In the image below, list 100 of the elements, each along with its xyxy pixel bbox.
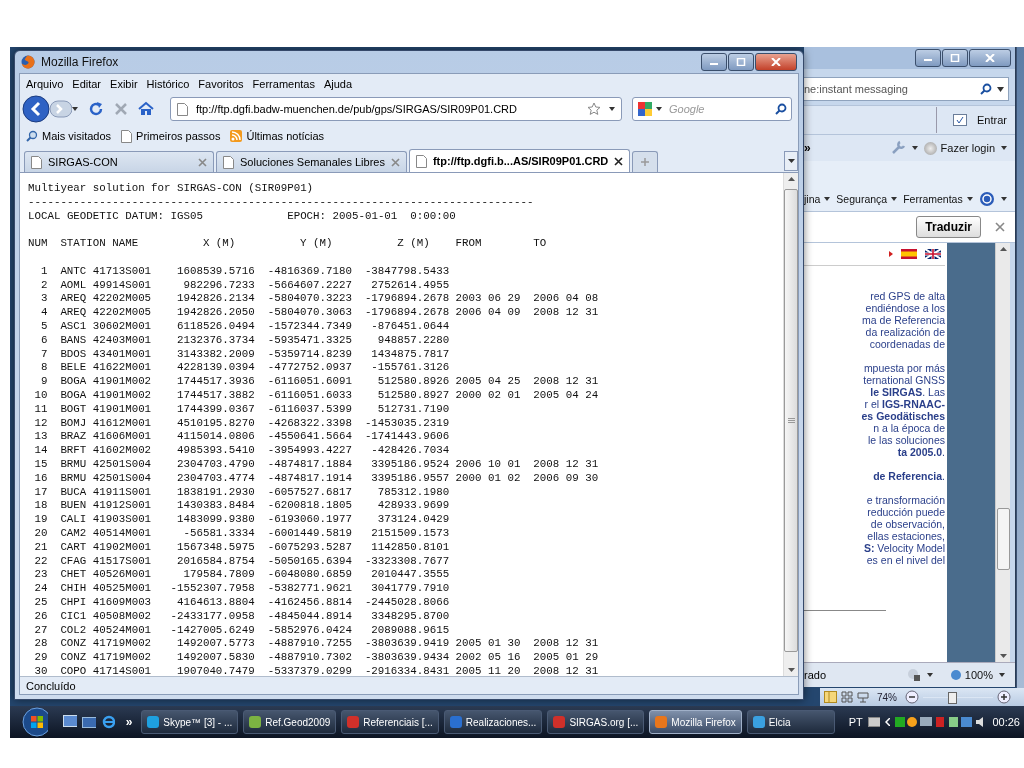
- lock-icon[interactable]: [906, 668, 921, 682]
- close-icon[interactable]: [614, 156, 624, 166]
- zoom-in-icon[interactable]: [997, 690, 1011, 704]
- table-cell-text: 15: [33, 457, 48, 472]
- table-cell-text: 1434875.7817: [370, 347, 450, 362]
- table-cell-text: 4510195.8270: [176, 416, 255, 431]
- menu-item[interactable]: Arquivo: [26, 78, 64, 90]
- grid-icon[interactable]: [841, 691, 853, 703]
- close-button[interactable]: [969, 49, 1011, 67]
- caret-icon[interactable]: [656, 107, 662, 111]
- bookmark-link[interactable]: Mais visitados: [26, 130, 112, 142]
- taskbar-button[interactable]: Mozilla Firefox: [649, 710, 742, 734]
- zoom-level: 74%: [877, 691, 897, 703]
- caret-icon[interactable]: [609, 107, 615, 111]
- text-line: red GPS de alta: [869, 290, 945, 302]
- search-box[interactable]: Google: [632, 97, 792, 121]
- home-icon[interactable]: [138, 101, 154, 117]
- search-field[interactable]: ne:instant messaging: [804, 77, 1009, 101]
- scrollbar-thumb[interactable]: [996, 508, 1010, 570]
- menu-item[interactable]: Histórico: [146, 78, 190, 90]
- table-cell-text: 29: [33, 651, 48, 665]
- start-button[interactable]: [22, 707, 48, 737]
- slider-thumb[interactable]: [948, 692, 958, 704]
- window-switch-icon[interactable]: [81, 715, 96, 729]
- browser-tab[interactable]: ftp://ftp.dgfi.b...AS/SIR09P01.CRD: [408, 149, 631, 172]
- taskbar-button[interactable]: Ref.Geod2009: [243, 710, 337, 734]
- search-engine-icon[interactable]: [637, 101, 653, 117]
- table-cell-text: -1552307.7958: [169, 582, 255, 596]
- flag-icon[interactable]: [925, 249, 941, 259]
- menu-item[interactable]: Favoritos: [198, 78, 244, 90]
- command-menu[interactable]: jina: [804, 193, 831, 205]
- caret-icon[interactable]: [999, 673, 1005, 677]
- browser-tab[interactable]: SIRGAS-CON: [24, 151, 214, 172]
- login-button[interactable]: Fazer login: [923, 141, 995, 155]
- more-chevron[interactable]: »: [125, 715, 133, 729]
- app-icon: [655, 716, 668, 728]
- caret-icon[interactable]: [997, 86, 1004, 92]
- table-cell-text: -3323308.7677: [363, 554, 450, 569]
- star-icon[interactable]: [587, 102, 601, 116]
- caret-icon[interactable]: [72, 107, 78, 111]
- taskbar-button[interactable]: SIRGAS.org [...: [547, 710, 645, 734]
- taskbar-button[interactable]: Realizaciones...: [443, 710, 543, 734]
- table-cell-text: -1796894.2678: [363, 306, 450, 320]
- desktop-icon[interactable]: [63, 715, 77, 729]
- keyboard-icon[interactable]: [867, 717, 880, 727]
- taskbar-button[interactable]: Elcia: [746, 710, 835, 734]
- minimize-button[interactable]: [915, 49, 941, 67]
- table-cell: BRFT 41602M002: [60, 444, 152, 458]
- menu-item[interactable]: Editar: [72, 78, 102, 90]
- minimize-button[interactable]: [701, 53, 727, 71]
- table-cell: BOGA 41901M002: [60, 388, 152, 403]
- column-header: Z (M): [396, 237, 431, 251]
- taskbar-button[interactable]: Referenciais [...: [341, 710, 439, 734]
- address-field[interactable]: ftp://ftp.dgfi.badw-muenchen.de/pub/gps/SIRGAS/SIR09P01.CRD: [170, 97, 622, 121]
- taskbar-button[interactable]: Skype™ [3] - ...: [141, 710, 239, 734]
- more-chevron[interactable]: »: [804, 141, 811, 155]
- command-menu[interactable]: Segurança: [836, 193, 898, 205]
- search-icon[interactable]: [775, 103, 787, 115]
- table-cell-text: -5337379.0299: [266, 664, 352, 676]
- close-button[interactable]: [755, 53, 797, 71]
- tab-list-button[interactable]: [784, 151, 798, 171]
- caret-icon[interactable]: [911, 146, 918, 150]
- back-button[interactable]: [22, 95, 50, 123]
- table-cell-text: 512580.8926: [376, 375, 450, 389]
- scroll-up-icon[interactable]: [999, 247, 1007, 251]
- bookmark-link[interactable]: Primeiros passos: [121, 129, 221, 143]
- zoom-button[interactable]: 100%: [950, 669, 993, 681]
- scroll-down-icon[interactable]: [787, 668, 795, 672]
- table-cell: BRAZ 41606M001: [60, 430, 152, 445]
- expand-tray-icon[interactable]: [885, 718, 891, 726]
- scroll-down-icon[interactable]: [999, 654, 1007, 658]
- search-icon[interactable]: [980, 83, 992, 95]
- zoom-out-icon[interactable]: [905, 690, 919, 704]
- scroll-up-icon[interactable]: [787, 177, 795, 181]
- menu-item[interactable]: Ajuda: [323, 78, 353, 90]
- table-cell-text: -4874817.1884: [266, 457, 352, 472]
- bookmark-link[interactable]: Últimas notícias: [230, 130, 325, 142]
- caret-icon[interactable]: [1000, 197, 1007, 201]
- dashed-rule: ------------------------------------------------------------------------------: [28, 195, 535, 210]
- help-icon[interactable]: [978, 191, 995, 207]
- menu-item[interactable]: Exibir: [110, 78, 138, 90]
- slideshow-icon[interactable]: [857, 691, 869, 703]
- browser-icon[interactable]: [100, 714, 115, 730]
- table-cell: 2005 01 29: [533, 651, 599, 665]
- maximize-button[interactable]: [942, 49, 968, 67]
- reload-icon[interactable]: [88, 101, 104, 117]
- browser-tab[interactable]: Soluciones Semanales Libres: [216, 151, 407, 172]
- command-menu[interactable]: Ferramentas: [903, 193, 973, 205]
- table-cell-text: 11: [33, 402, 48, 417]
- page-icon: [415, 154, 427, 168]
- translate-button[interactable]: Traduzir: [916, 216, 981, 238]
- language-indicator[interactable]: PT: [848, 716, 863, 728]
- caret-icon[interactable]: [1001, 146, 1007, 150]
- table-cell-text: 17: [33, 485, 48, 500]
- search-field[interactable]: Google: [665, 103, 772, 115]
- menu-item[interactable]: Ferramentas: [252, 78, 315, 90]
- entrar-button[interactable]: Entrar: [977, 114, 1007, 126]
- caret-icon[interactable]: [926, 673, 933, 677]
- arrow-icon: [889, 251, 893, 257]
- maximize-button[interactable]: [728, 53, 754, 71]
